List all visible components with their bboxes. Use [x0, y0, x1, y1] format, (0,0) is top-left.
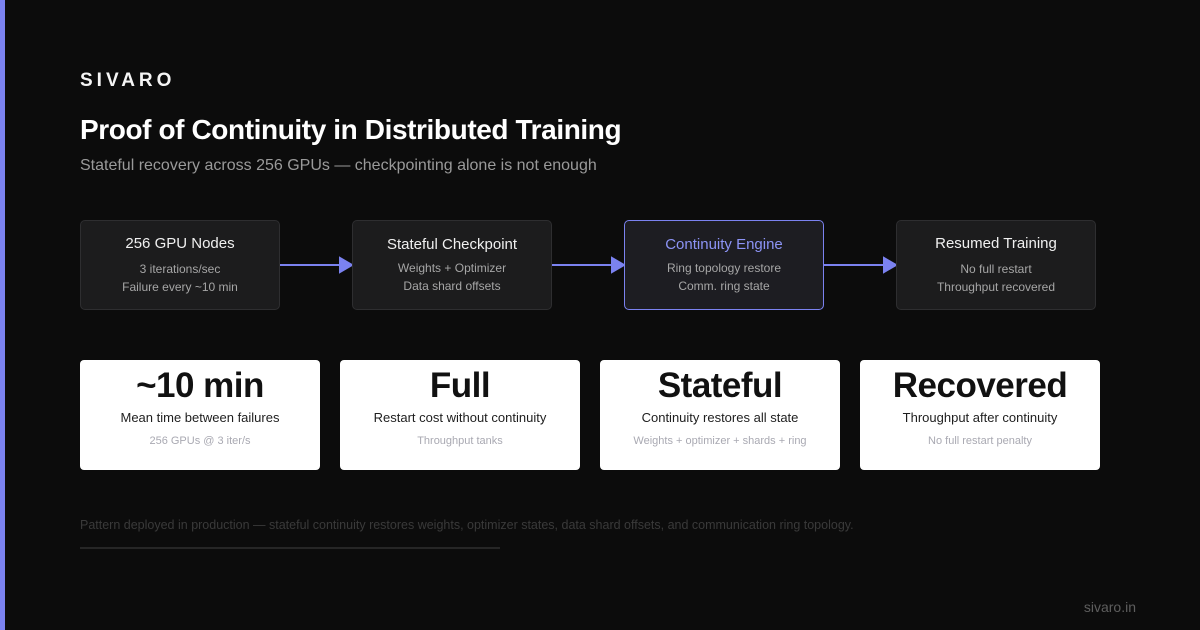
- stat-note: Throughput tanks: [417, 435, 503, 447]
- flow-diagram: 256 GPU Nodes 3 iterations/sec Failure e…: [0, 0, 1200, 630]
- node-detail: Failure every ~10 min: [122, 279, 238, 294]
- node-detail: 3 iterations/sec: [139, 261, 221, 276]
- arrow-head-1-2: [339, 256, 354, 274]
- node-title: 256 GPU Nodes: [125, 234, 235, 252]
- arrow-head-3-4: [883, 256, 898, 274]
- stat-label: Continuity restores all state: [641, 410, 799, 425]
- node-detail: Weights + Optimizer: [397, 260, 507, 275]
- node-gpu-nodes: 256 GPU Nodes 3 iterations/sec Failure e…: [80, 220, 280, 310]
- stat-card-restart-cost: Full Restart cost without continuity Thr…: [340, 360, 580, 470]
- footer-note: Pattern deployed in production — statefu…: [80, 518, 854, 532]
- stat-value: Full: [429, 366, 491, 405]
- arrow-head-2-3: [611, 256, 626, 274]
- node-resumed-training: Resumed Training No full restart Through…: [896, 220, 1096, 310]
- stat-label: Throughput after continuity: [902, 410, 1058, 425]
- stat-label: Restart cost without continuity: [373, 410, 547, 425]
- stat-card-mtbf: ~10 min Mean time between failures 256 G…: [80, 360, 320, 470]
- node-stateful-checkpoint: Stateful Checkpoint Weights + Optimizer …: [352, 220, 552, 310]
- node-detail: Data shard offsets: [403, 278, 501, 293]
- stat-note: No full restart penalty: [928, 435, 1032, 447]
- flow-arrows: [280, 256, 898, 274]
- node-continuity-engine: Continuity Engine Ring topology restore …: [624, 220, 824, 310]
- stat-label: Mean time between failures: [120, 410, 280, 425]
- node-title: Continuity Engine: [665, 235, 783, 253]
- node-title: Resumed Training: [935, 234, 1057, 252]
- stat-card-stateful: Stateful Continuity restores all state W…: [600, 360, 840, 470]
- stat-note: Weights + optimizer + shards + ring: [633, 435, 807, 447]
- site-url: sivaro.in: [1083, 599, 1136, 615]
- node-title: Stateful Checkpoint: [386, 235, 518, 253]
- stat-value: Recovered: [892, 366, 1068, 405]
- stat-card-recovered: Recovered Throughput after continuity No…: [860, 360, 1100, 470]
- footer-divider: [80, 547, 500, 549]
- stat-value: Stateful: [657, 366, 783, 405]
- stat-note: 256 GPUs @ 3 iter/s: [149, 435, 251, 447]
- node-detail: No full restart: [960, 261, 1032, 276]
- stat-value: ~10 min: [136, 366, 264, 405]
- node-detail: Throughput recovered: [936, 279, 1056, 294]
- node-detail: Ring topology restore: [666, 260, 782, 275]
- node-detail: Comm. ring state: [678, 278, 770, 293]
